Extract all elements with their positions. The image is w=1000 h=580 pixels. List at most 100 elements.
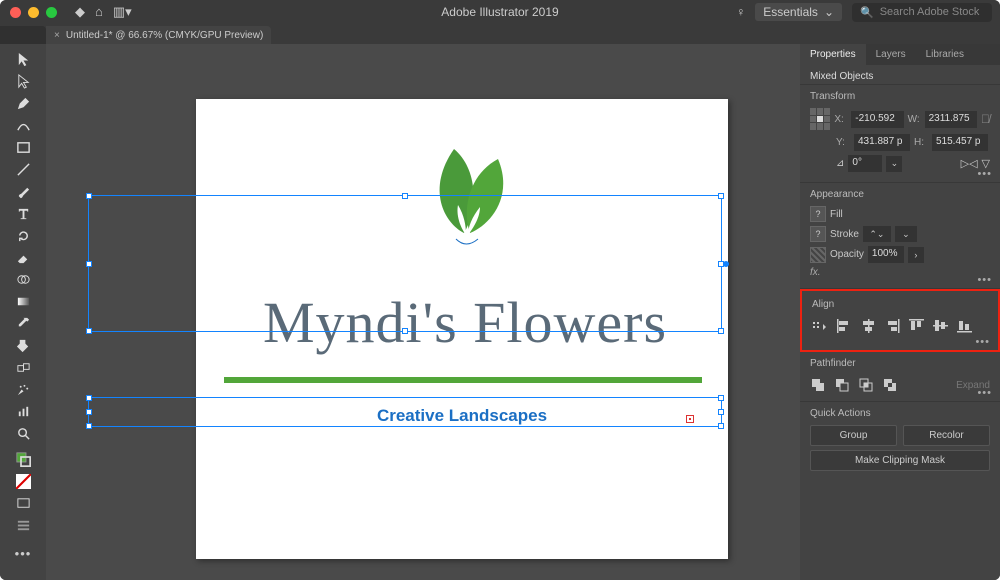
appearance-more[interactable]: ••• bbox=[977, 274, 992, 286]
selection-box-sub bbox=[88, 397, 722, 427]
recolor-button[interactable]: Recolor bbox=[903, 425, 990, 446]
window-controls bbox=[10, 7, 57, 18]
tab-libraries[interactable]: Libraries bbox=[916, 44, 974, 65]
opacity-more[interactable]: › bbox=[908, 247, 924, 263]
live-paint-tool[interactable] bbox=[11, 334, 35, 356]
opacity-swatch[interactable] bbox=[810, 247, 826, 263]
symbol-sprayer-tool[interactable] bbox=[11, 378, 35, 400]
document-tabbar: × Untitled-1* @ 66.67% (CMYK/GPU Preview… bbox=[0, 24, 1000, 44]
rotate-dropdown[interactable]: ⌄ bbox=[886, 156, 902, 172]
opacity-field[interactable]: 100% bbox=[868, 246, 904, 263]
fx-label[interactable]: fx. bbox=[810, 267, 821, 278]
titlebar: ◆ ⌂ ▥▾ Adobe Illustrator 2019 ♀ Essentia… bbox=[0, 0, 1000, 24]
shape-builder-tool[interactable] bbox=[11, 268, 35, 290]
curvature-tool[interactable] bbox=[11, 114, 35, 136]
constrain-proportions-icon[interactable]: ⛓̸ bbox=[981, 112, 990, 126]
search-icon: 🔍 bbox=[860, 6, 874, 19]
line-tool[interactable] bbox=[11, 158, 35, 180]
eyedropper-tool[interactable] bbox=[11, 312, 35, 334]
color-none-icon[interactable] bbox=[11, 470, 35, 492]
quick-actions-section: Quick Actions Group Recolor Make Clippin… bbox=[800, 402, 1000, 481]
pathfinder-unite-icon[interactable] bbox=[810, 377, 827, 393]
align-bottom-icon[interactable] bbox=[956, 318, 973, 334]
tab-layers[interactable]: Layers bbox=[866, 44, 916, 65]
align-left-icon[interactable] bbox=[836, 318, 853, 334]
y-label: Y: bbox=[836, 137, 850, 148]
type-tool[interactable] bbox=[11, 202, 35, 224]
pathfinder-minus-icon[interactable] bbox=[834, 377, 851, 393]
transform-section: Transform X:-210.592 W:2311.875 ⛓̸ Y:431… bbox=[800, 85, 1000, 183]
stock-search[interactable]: 🔍 Search Adobe Stock bbox=[852, 3, 992, 22]
properties-panel: Properties Layers Libraries Mixed Object… bbox=[800, 44, 1000, 580]
y-field[interactable]: 431.887 p bbox=[854, 134, 910, 151]
rotate-tool[interactable] bbox=[11, 224, 35, 246]
align-right-icon[interactable] bbox=[884, 318, 901, 334]
screen-mode-icon[interactable] bbox=[11, 492, 35, 514]
appearance-section: Appearance ?Fill ?Stroke ⌃⌄ ⌄ Opacity 10… bbox=[800, 183, 1000, 289]
pen-tool[interactable] bbox=[11, 92, 35, 114]
logo-divider bbox=[224, 377, 702, 383]
document-tab-label: Untitled-1* @ 66.67% (CMYK/GPU Preview) bbox=[66, 30, 263, 41]
stroke-swatch[interactable]: ? bbox=[810, 226, 826, 242]
fill-swatch[interactable]: ? bbox=[810, 206, 826, 222]
document-tab[interactable]: × Untitled-1* @ 66.67% (CMYK/GPU Preview… bbox=[46, 26, 271, 44]
stroke-profile[interactable]: ⌄ bbox=[895, 226, 917, 242]
rotate-icon: ⊿ bbox=[836, 158, 844, 169]
collapsed-tab[interactable] bbox=[0, 26, 46, 44]
clipping-mask-button[interactable]: Make Clipping Mask bbox=[810, 450, 990, 471]
reference-point[interactable] bbox=[810, 108, 830, 130]
selection-box-group bbox=[88, 195, 722, 332]
hint-icon[interactable]: ♀ bbox=[736, 5, 745, 19]
fill-label: Fill bbox=[830, 209, 843, 220]
gradient-tool[interactable] bbox=[11, 290, 35, 312]
zoom-window[interactable] bbox=[46, 7, 57, 18]
panel-tabs: Properties Layers Libraries bbox=[800, 44, 1000, 65]
graph-tool[interactable] bbox=[11, 400, 35, 422]
stroke-weight[interactable]: ⌃⌄ bbox=[863, 226, 891, 242]
workspace-dropdown[interactable]: Essentials ⌄ bbox=[755, 3, 842, 21]
w-field[interactable]: 2311.875 bbox=[925, 111, 977, 128]
close-tab-icon[interactable]: × bbox=[54, 30, 60, 41]
x-field[interactable]: -210.592 bbox=[851, 111, 903, 128]
rectangle-tool[interactable] bbox=[11, 136, 35, 158]
w-label: W: bbox=[908, 114, 921, 125]
pathfinder-intersect-icon[interactable] bbox=[858, 377, 875, 393]
transform-header: Transform bbox=[810, 91, 990, 102]
eraser-tool[interactable] bbox=[11, 246, 35, 268]
close-window[interactable] bbox=[10, 7, 21, 18]
align-section: Align ••• bbox=[800, 289, 1000, 352]
opacity-label: Opacity bbox=[830, 249, 864, 260]
align-vcenter-icon[interactable] bbox=[932, 318, 949, 334]
align-hcenter-icon[interactable] bbox=[860, 318, 877, 334]
align-more[interactable]: ••• bbox=[975, 336, 990, 348]
edit-toolbar-icon[interactable] bbox=[11, 514, 35, 536]
toolbar: ••• bbox=[0, 44, 46, 580]
zoom-tool[interactable] bbox=[11, 422, 35, 444]
h-field[interactable]: 515.457 p bbox=[932, 134, 988, 151]
fill-stroke-indicator[interactable] bbox=[11, 448, 35, 470]
pathfinder-header: Pathfinder bbox=[810, 358, 990, 369]
h-label: H: bbox=[914, 137, 928, 148]
align-to-dropdown[interactable] bbox=[812, 318, 829, 334]
toolbar-more[interactable]: ••• bbox=[11, 542, 35, 564]
flip-horizontal-icon[interactable]: ▷◁ bbox=[961, 157, 978, 170]
pathfinder-more[interactable]: ••• bbox=[977, 387, 992, 399]
workspace-label: Essentials bbox=[763, 5, 818, 19]
minimize-window[interactable] bbox=[28, 7, 39, 18]
chevron-down-icon: ⌄ bbox=[824, 5, 834, 19]
align-top-icon[interactable] bbox=[908, 318, 925, 334]
tab-properties[interactable]: Properties bbox=[800, 44, 866, 65]
quick-actions-header: Quick Actions bbox=[810, 408, 990, 419]
canvas[interactable]: Myndi's Flowers Creative Landscapes bbox=[46, 44, 800, 580]
group-button[interactable]: Group bbox=[810, 425, 897, 446]
direct-select-tool[interactable] bbox=[11, 70, 35, 92]
rotate-field[interactable]: 0° bbox=[848, 155, 882, 172]
arrange-docs-icon[interactable]: ▥▾ bbox=[113, 4, 132, 20]
pathfinder-exclude-icon[interactable] bbox=[882, 377, 899, 393]
home-icon[interactable]: ⌂ bbox=[95, 4, 103, 20]
selection-tool[interactable] bbox=[11, 48, 35, 70]
transform-more[interactable]: ••• bbox=[977, 168, 992, 180]
brush-tool[interactable] bbox=[11, 180, 35, 202]
stroke-label: Stroke bbox=[830, 229, 859, 240]
blend-tool[interactable] bbox=[11, 356, 35, 378]
